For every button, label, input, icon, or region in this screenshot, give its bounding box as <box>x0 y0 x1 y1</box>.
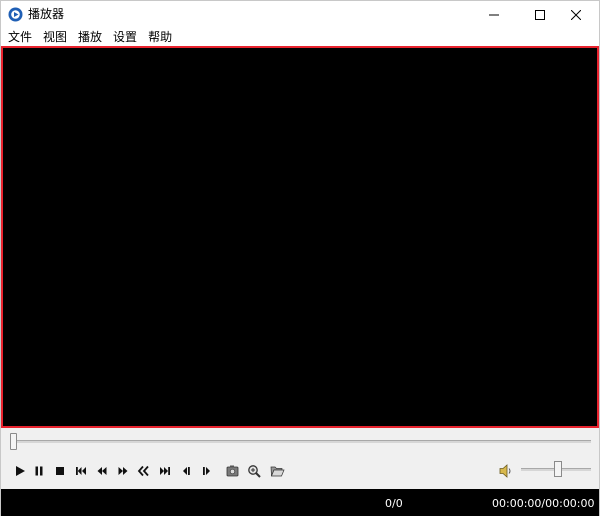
zoom-icon <box>248 465 261 478</box>
pause-icon <box>35 466 43 476</box>
maximize-icon <box>535 9 545 20</box>
seek-bar[interactable] <box>11 440 591 443</box>
pause-button[interactable] <box>30 462 48 480</box>
minimize-icon <box>489 14 499 15</box>
step-back-button[interactable] <box>177 462 195 480</box>
player-window: 播放器 文件 视图 播放 设置 帮助 0/0 00:00:00/00:00:00 <box>0 0 600 516</box>
seek-thumb[interactable] <box>10 433 17 450</box>
skip-to-start-button[interactable] <box>72 462 90 480</box>
previous-icon <box>137 465 149 477</box>
minimize-button[interactable] <box>471 1 517 28</box>
video-display[interactable] <box>1 46 599 428</box>
title-bar: 播放器 <box>1 1 599 28</box>
fast-forward-button[interactable] <box>114 462 132 480</box>
zoom-button[interactable] <box>245 462 263 480</box>
menu-bar: 文件 视图 播放 设置 帮助 <box>1 28 599 46</box>
close-icon <box>571 9 581 20</box>
close-button[interactable] <box>553 1 599 28</box>
stop-icon <box>56 467 64 475</box>
menu-play[interactable]: 播放 <box>73 29 107 45</box>
control-panel <box>1 428 599 488</box>
previous-button[interactable] <box>135 462 153 480</box>
menu-view[interactable]: 视图 <box>38 29 72 45</box>
rewind-button[interactable] <box>93 462 111 480</box>
status-bar: 0/0 00:00:00/00:00:00 <box>1 489 599 516</box>
step-back-icon <box>183 467 190 475</box>
skip-to-start-icon <box>76 467 86 475</box>
playlist-count: 0/0 <box>385 497 403 510</box>
menu-file[interactable]: 文件 <box>3 29 37 45</box>
window-title: 播放器 <box>28 7 65 21</box>
volume-thumb[interactable] <box>554 461 562 477</box>
play-icon <box>16 466 25 476</box>
app-logo-icon <box>8 7 23 22</box>
open-folder-icon <box>270 466 285 476</box>
next-button[interactable] <box>156 462 174 480</box>
rewind-icon <box>97 467 107 475</box>
play-button[interactable] <box>11 462 29 480</box>
step-forward-button[interactable] <box>198 462 216 480</box>
stop-button[interactable] <box>51 462 69 480</box>
screenshot-icon <box>226 465 239 477</box>
next-icon <box>160 467 170 475</box>
fast-forward-icon <box>118 467 128 475</box>
menu-help[interactable]: 帮助 <box>143 29 177 45</box>
open-folder-button[interactable] <box>268 462 286 480</box>
playback-time: 00:00:00/00:00:00 <box>492 497 595 510</box>
step-forward-icon <box>203 467 210 475</box>
screenshot-button[interactable] <box>224 462 242 480</box>
menu-settings[interactable]: 设置 <box>108 29 142 45</box>
speaker-icon[interactable] <box>497 462 515 480</box>
